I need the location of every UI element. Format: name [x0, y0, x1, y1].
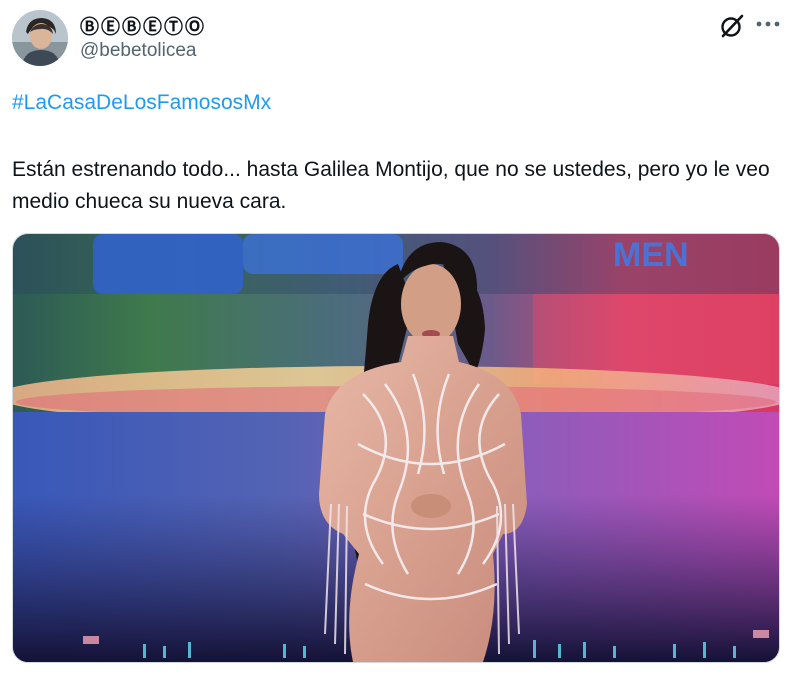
svg-text:MEN: MEN: [613, 236, 689, 274]
avatar-image: [12, 10, 68, 66]
tweet-media-image[interactable]: MEN: [12, 233, 780, 663]
more-options-icon[interactable]: [754, 14, 782, 34]
tweet-card: ⒷⒺⒷⒺⓉⓄ @bebetolicea #LaCasaDeLosFamososM…: [0, 0, 800, 682]
author-display-name[interactable]: ⒷⒺⒷⒺⓉⓄ: [80, 12, 206, 39]
hashtag-link[interactable]: #LaCasaDeLosFamososMx: [12, 91, 271, 115]
tweet-text: Están estrenando todo... hasta Galilea M…: [12, 158, 770, 213]
grok-icon[interactable]: [718, 12, 746, 40]
author-handle[interactable]: @bebetolicea: [80, 40, 196, 62]
author-avatar[interactable]: [12, 10, 68, 66]
media-photo: MEN: [13, 234, 779, 662]
